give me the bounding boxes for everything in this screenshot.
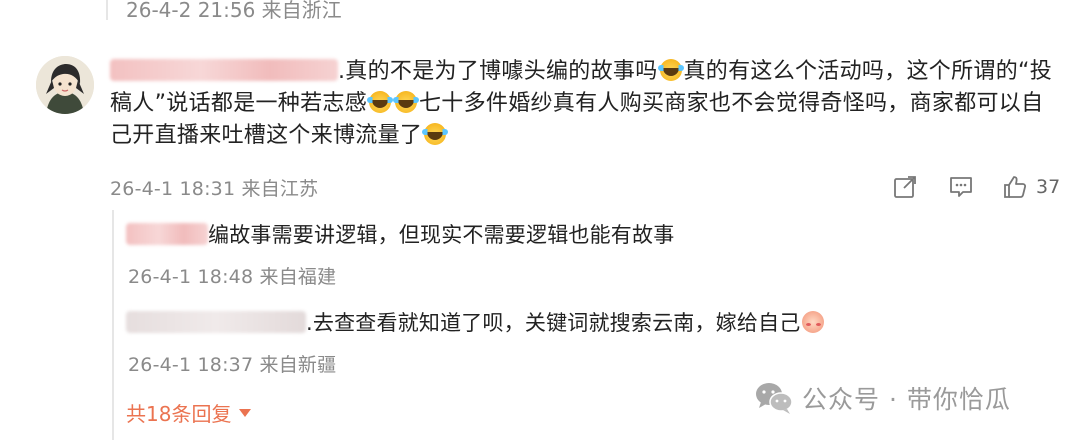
comment-icon[interactable] [946,172,976,202]
username-redacted[interactable] [110,59,338,81]
reply-username-redacted[interactable] [126,223,208,245]
previous-reply-meta: 26-4-2 21:56 来自浙江 [126,0,342,22]
wechat-icon [756,383,793,414]
shy-emoji [802,311,825,333]
comment-body: .真的不是为了博噱头编的故事吗 真的有这么个活动吗，这个所谓的“投稿人”说话都是一… [110,56,1060,152]
more-replies-label: 共18条回复 [126,402,232,426]
like-icon[interactable] [1000,172,1030,202]
reply-item: .去查查看就知道了呗，关键词就搜索云南，嫁给自己 [126,308,826,338]
like-count: 37 [1036,176,1061,198]
laugh-cry-emoji [393,91,419,113]
laugh-cry-emoji [422,123,449,145]
comment-actions: 37 [890,172,1060,202]
caret-down-icon [239,408,252,417]
reply-meta: 26-4-1 18:37 来自新疆 [128,354,337,376]
avatar-illustration [36,56,94,114]
comment-text-1: .真的不是为了博噱头编的故事吗 [338,59,658,84]
comment-meta: 26-4-1 18:31 来自江苏 [110,178,319,200]
reply-item: 编故事需要讲逻辑，但现实不需要逻辑也能有故事 [126,220,674,250]
more-replies-button[interactable]: 共18条回复 [126,398,252,427]
reply-text: 编故事需要讲逻辑，但现实不需要逻辑也能有故事 [208,223,675,247]
thread-line [106,0,108,20]
avatar[interactable] [36,56,94,114]
watermark-text: 公众号 · 带你恰瓜 [802,385,1011,414]
reply-text: .去查查看就知道了呗，关键词就搜索云南，嫁给自己 [306,311,801,335]
reply-meta: 26-4-1 18:48 来自福建 [128,266,337,288]
share-icon[interactable] [890,172,920,202]
laugh-cry-emoji [657,59,684,81]
reply-username-redacted[interactable] [126,311,306,333]
laugh-cry-emoji [367,91,393,113]
watermark: 公众号 · 带你恰瓜 [754,380,1011,416]
